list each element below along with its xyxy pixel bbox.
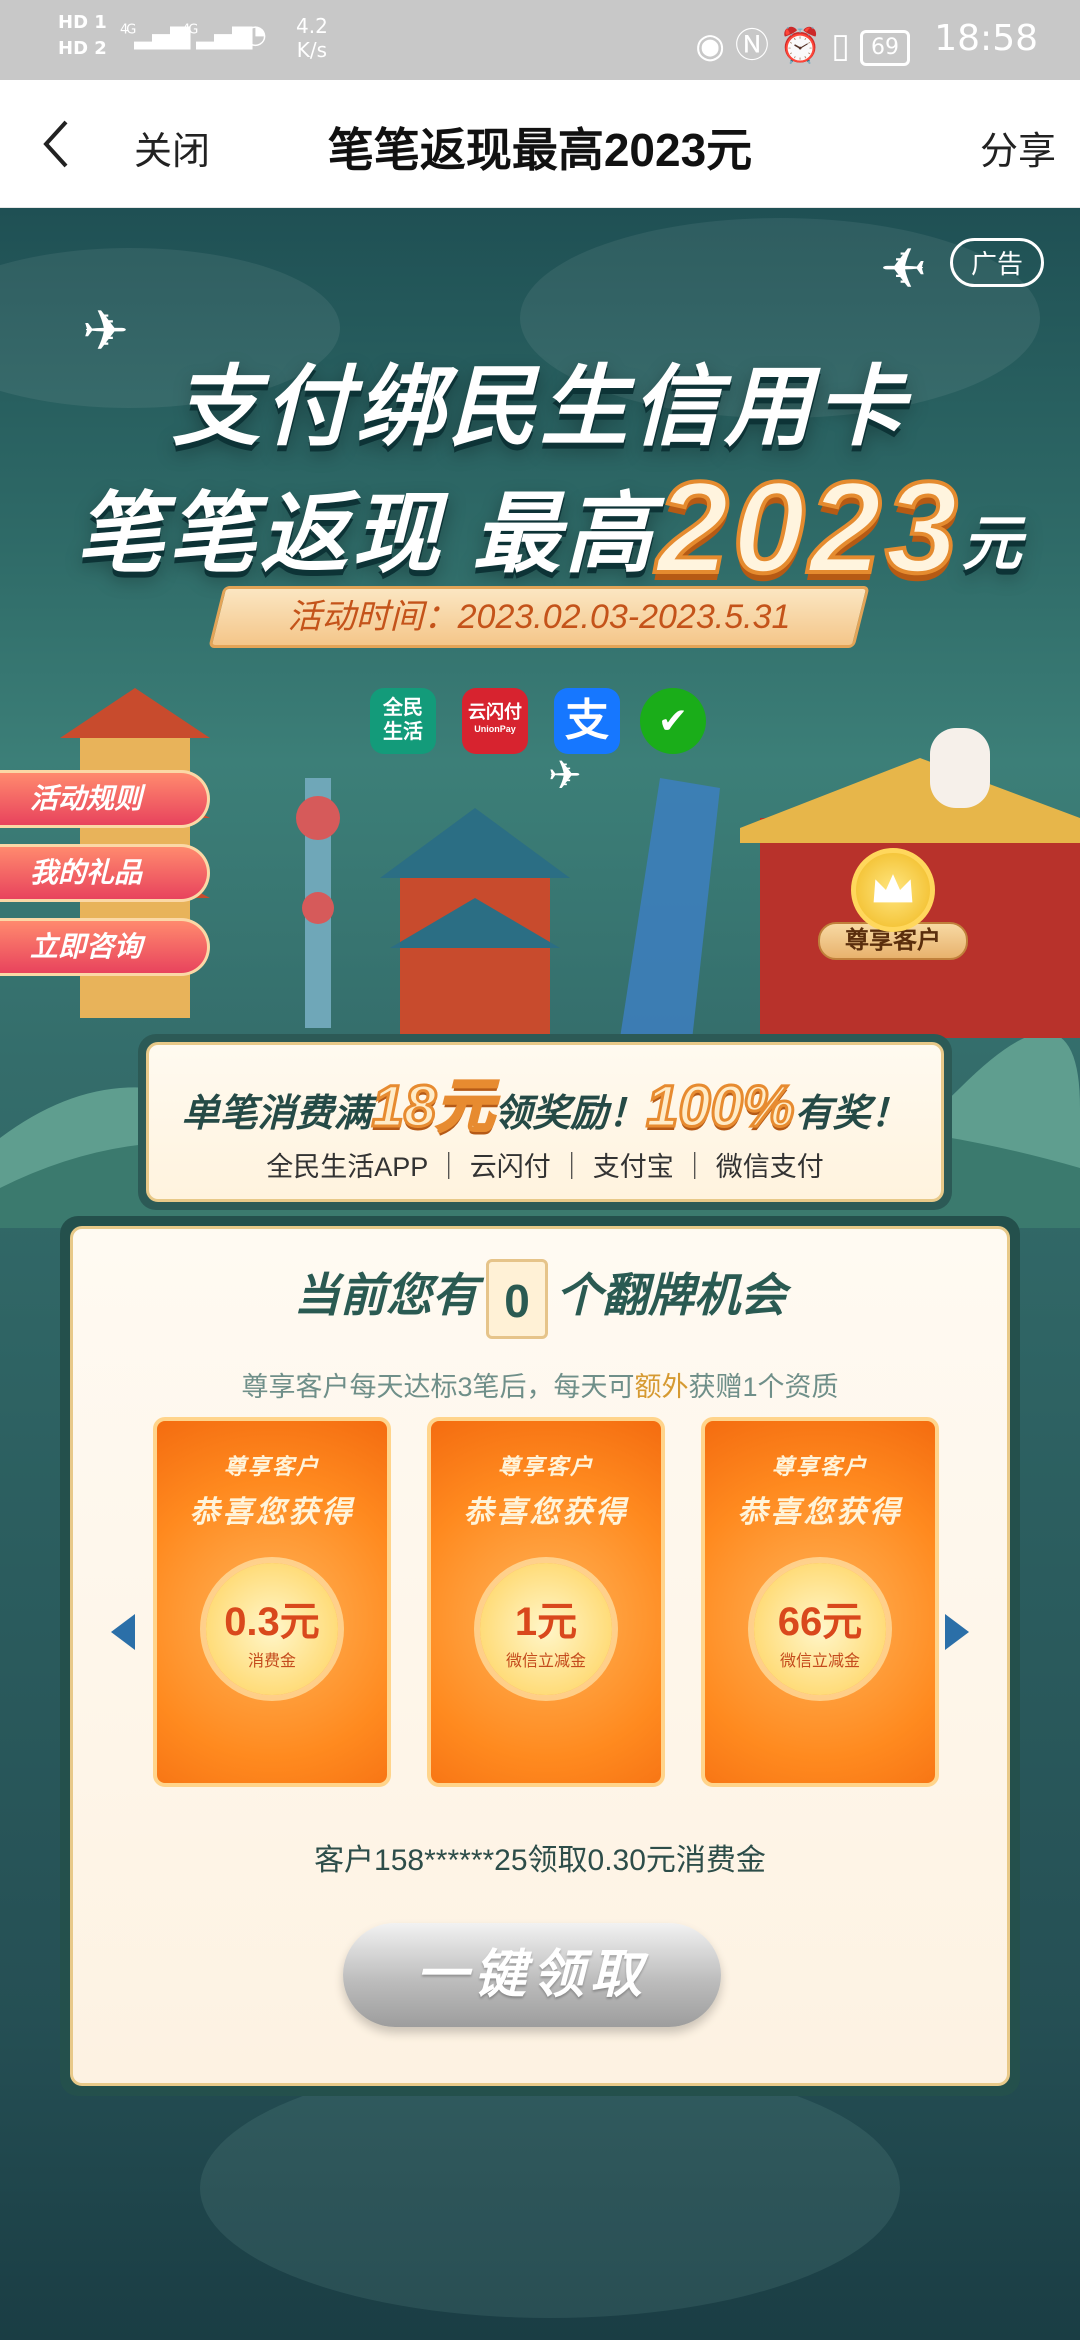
claim-all-button[interactable]: 一键领取 — [343, 1923, 721, 2027]
my-gifts-button[interactable]: 我的礼品 — [0, 844, 210, 902]
promo-channels: 全民生活APP ｜ 云闪付 ｜ 支付宝 ｜ 微信支付 — [266, 1152, 824, 1182]
ad-badge: 广告 — [949, 238, 1044, 287]
eye-icon: ◉ — [695, 26, 735, 66]
prize-coin: 66元 微信立减金 — [754, 1563, 886, 1695]
signal-icon-2: 4G▂▄▆ — [182, 20, 252, 50]
headline-amount: 2023 — [654, 452, 962, 602]
consult-button[interactable]: 立即咨询 — [0, 918, 210, 976]
promo-headline: 单笔消费满18元领奖励！100%有奖！ — [181, 1073, 909, 1141]
prize-cards: 尊享客户 恭喜您获得 0.3元 消费金 尊享客户 恭喜您获得 1元 微信立减金 — [153, 1417, 953, 1787]
clock: 18:58 — [934, 18, 1038, 59]
headline-unit: 元 — [961, 510, 1026, 577]
prize-card[interactable]: 尊享客户 恭喜您获得 1元 微信立减金 — [427, 1417, 665, 1787]
swallow-icon: ✈ — [880, 237, 927, 300]
headline-prefix: 笔笔返现 最高 — [76, 484, 657, 583]
wifi-icon: ◔ — [244, 20, 267, 50]
nfc-icon: Ⓝ — [734, 26, 779, 66]
vibrate-icon: ▯ — [831, 26, 860, 66]
title-bar: 关闭 笔笔返现最高2023元 分享 — [0, 80, 1080, 208]
promo-strip: 单笔消费满18元领奖励！100%有奖！ 全民生活APP ｜ 云闪付 ｜ 支付宝 … — [138, 1034, 952, 1210]
chance-counter: 当前您有 0 个翻牌机会 — [73, 1259, 1007, 1339]
activity-period: 活动时间：2023.02.03-2023.5.31 — [208, 586, 870, 648]
promo-page: 广告 ✈ ✈ ✈ 支付绑民生信用卡 笔笔返现 最高2023元 活动时间：2023… — [0, 208, 1080, 2340]
bonus-note: 尊享客户每天达标3笔后，每天可额外获赠1个资质 — [241, 1372, 839, 1402]
page-title: 笔笔返现最高2023元 — [327, 124, 753, 176]
alarm-icon: ⏰ — [778, 26, 832, 66]
prev-arrow-icon[interactable] — [111, 1614, 135, 1650]
prize-card[interactable]: 尊享客户 恭喜您获得 66元 微信立减金 — [701, 1417, 939, 1787]
signal-icon-1: 4G▂▄▆ — [120, 20, 190, 50]
vip-badge[interactable]: 尊享客户 — [818, 848, 968, 960]
prize-coin: 0.3元 消费金 — [206, 1563, 338, 1695]
prize-card[interactable]: 尊享客户 恭喜您获得 0.3元 消费金 — [153, 1417, 391, 1787]
network-speed: 4.2 K/s — [296, 14, 328, 62]
cloud-decoration — [200, 2058, 900, 2318]
rules-button[interactable]: 活动规则 — [0, 770, 210, 828]
sim-indicator: HD 1 HD 2 — [58, 12, 107, 59]
status-icons: ◉Ⓝ⏰▯ 69 — [695, 18, 910, 67]
battery-icon: 69 — [860, 29, 910, 66]
winner-ticker: 客户158******25领取0.30元消费金 — [314, 1844, 766, 1877]
share-button[interactable]: 分享 — [980, 120, 1056, 175]
flip-card-panel: 当前您有 0 个翻牌机会 尊享客户每天达标3笔后，每天可额外获赠1个资质 尊享客户 … — [60, 1216, 1020, 2096]
headline-line-2: 笔笔返现 最高2023元 — [76, 444, 1026, 602]
status-bar: HD 1 HD 2 4G▂▄▆ 4G▂▄▆ ◔ 4.2 K/s ◉Ⓝ⏰▯ 69 1… — [0, 0, 1080, 80]
prize-coin: 1元 微信立减金 — [480, 1563, 612, 1695]
chance-count: 0 — [486, 1259, 548, 1339]
crown-icon — [851, 848, 935, 932]
